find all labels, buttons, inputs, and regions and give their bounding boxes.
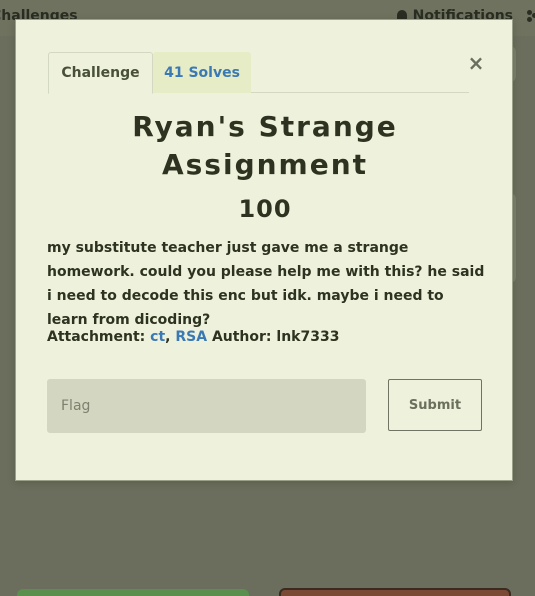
tab-solves[interactable]: 41 Solves <box>153 52 251 93</box>
users-icon[interactable] <box>527 10 535 22</box>
attachment-separator: , <box>165 329 171 345</box>
author-name: lnk7333 <box>276 329 340 345</box>
submit-button[interactable]: Submit <box>388 379 482 431</box>
challenge-modal: Challenge 41 Solves × Ryan's Strange Ass… <box>15 19 513 481</box>
challenge-title: Ryan's Strange Assignment <box>132 110 398 181</box>
challenge-description: my substitute teacher just gave me a str… <box>47 240 485 328</box>
modal-tabs: Challenge 41 Solves <box>48 52 469 94</box>
author-label: Author: <box>211 329 272 345</box>
attachment-link-rsa[interactable]: RSA <box>175 329 207 345</box>
close-icon[interactable]: × <box>468 51 485 75</box>
tab-challenge[interactable]: Challenge <box>48 52 153 94</box>
attachment-line: Attachment: ct, RSA Author: lnk7333 <box>47 325 487 349</box>
background-challenge-card <box>17 589 249 596</box>
flag-input[interactable] <box>47 379 366 433</box>
attachment-link-ct[interactable]: ct <box>150 329 165 345</box>
background-challenge-card <box>279 588 511 596</box>
attachment-label: Attachment: <box>47 329 146 345</box>
challenge-points: 100 <box>238 195 292 223</box>
